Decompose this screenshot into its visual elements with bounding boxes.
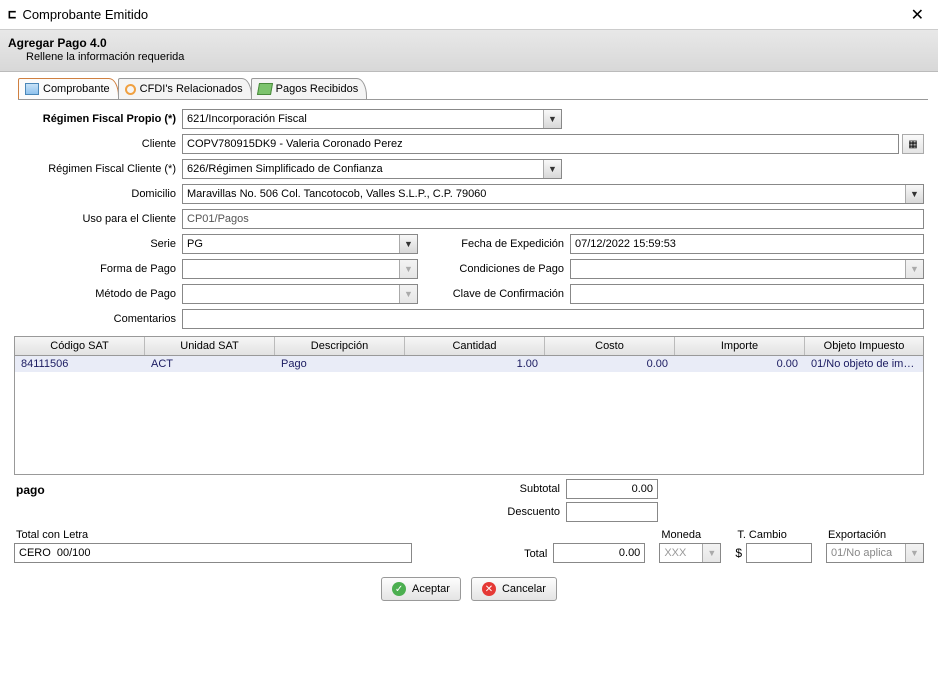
lookup-cliente-button[interactable]: ▦	[902, 134, 924, 154]
title-bar: ⊏ Comprobante Emitido ✕	[0, 0, 938, 30]
label-cond-pago: Condiciones de Pago	[438, 263, 570, 275]
chevron-down-icon[interactable]: ▼	[905, 185, 923, 203]
table-row[interactable]: 84111506 ACT Pago 1.00 0.00 0.00 01/No o…	[15, 356, 923, 372]
cancel-icon: ✕	[482, 582, 496, 596]
page-subtitle: Rellene la información requerida	[8, 51, 930, 63]
label-clave-conf: Clave de Confirmación	[438, 288, 570, 300]
accept-label: Aceptar	[412, 583, 450, 595]
label-comentarios: Comentarios	[14, 313, 182, 325]
clave-confirmacion-input[interactable]	[570, 284, 924, 304]
total-letra-input[interactable]	[14, 543, 412, 563]
tab-label: Comprobante	[43, 83, 110, 95]
uso-cliente-input	[182, 209, 924, 229]
link-icon	[125, 84, 136, 95]
button-bar: ✓ Aceptar ✕ Cancelar	[0, 569, 938, 611]
col-importe[interactable]: Importe	[675, 337, 805, 355]
close-icon[interactable]: ✕	[905, 5, 930, 25]
cell-unidad: ACT	[145, 356, 275, 372]
label-uso-cliente: Uso para el Cliente	[14, 213, 182, 225]
cliente-input[interactable]	[182, 134, 899, 154]
building-icon: ▦	[908, 139, 917, 150]
descuento-input	[566, 502, 658, 522]
total-input[interactable]	[553, 543, 645, 563]
app-icon: ⊏	[8, 7, 16, 23]
document-icon	[25, 83, 39, 95]
tab-label: Pagos Recibidos	[276, 83, 359, 95]
tcambio-input	[746, 543, 812, 563]
col-objeto-impuesto[interactable]: Objeto Impuesto	[805, 337, 923, 355]
col-descripcion[interactable]: Descripción	[275, 337, 405, 355]
grid-body[interactable]: 84111506 ACT Pago 1.00 0.00 0.00 01/No o…	[15, 356, 923, 474]
col-codigo-sat[interactable]: Código SAT	[15, 337, 145, 355]
cell-costo: 0.00	[545, 356, 675, 372]
label-regimen-cliente: Régimen Fiscal Cliente (*)	[14, 163, 182, 175]
chevron-down-icon: ▼	[399, 260, 417, 278]
col-unidad-sat[interactable]: Unidad SAT	[145, 337, 275, 355]
line-items-grid: Código SAT Unidad SAT Descripción Cantid…	[14, 336, 924, 475]
label-tcambio: T. Cambio	[735, 529, 812, 541]
chevron-down-icon[interactable]: ▼	[399, 235, 417, 253]
regimen-cliente-select[interactable]	[182, 159, 562, 179]
label-cliente: Cliente	[14, 138, 182, 150]
pago-label: pago	[14, 479, 486, 499]
label-descuento: Descuento	[486, 506, 566, 518]
tab-pagos-recibidos[interactable]: Pagos Recibidos	[251, 78, 368, 99]
currency-prefix: $	[735, 546, 742, 560]
forma-pago-select	[182, 259, 418, 279]
comentarios-input[interactable]	[182, 309, 924, 329]
label-fecha-exp: Fecha de Expedición	[438, 238, 570, 250]
fecha-expedicion-input[interactable]	[570, 234, 924, 254]
serie-select[interactable]	[182, 234, 418, 254]
tab-label: CFDI's Relacionados	[140, 83, 243, 95]
label-total: Total	[479, 548, 547, 563]
cell-descripcion: Pago	[275, 356, 405, 372]
cancel-label: Cancelar	[502, 583, 546, 595]
tab-cfdi-relacionados[interactable]: CFDI's Relacionados	[118, 78, 252, 99]
label-regimen-propio: Régimen Fiscal Propio (*)	[14, 113, 182, 125]
tab-comprobante[interactable]: Comprobante	[18, 78, 119, 99]
label-subtotal: Subtotal	[486, 483, 566, 495]
chevron-down-icon: ▼	[905, 544, 923, 562]
chevron-down-icon: ▼	[399, 285, 417, 303]
label-exportacion: Exportación	[826, 529, 924, 541]
chevron-down-icon: ▼	[702, 544, 720, 562]
page-title: Agregar Pago 4.0	[8, 36, 930, 50]
chevron-down-icon[interactable]: ▼	[543, 110, 561, 128]
grid-header: Código SAT Unidad SAT Descripción Cantid…	[15, 337, 923, 356]
subtotal-input[interactable]	[566, 479, 658, 499]
label-moneda: Moneda	[659, 529, 721, 541]
col-cantidad[interactable]: Cantidad	[405, 337, 545, 355]
regimen-propio-select[interactable]	[182, 109, 562, 129]
cell-importe: 0.00	[675, 356, 805, 372]
label-forma-pago: Forma de Pago	[14, 263, 182, 275]
check-icon: ✓	[392, 582, 406, 596]
cell-objeto: 01/No objeto de imp…	[805, 356, 923, 372]
header-band: Agregar Pago 4.0 Rellene la información …	[0, 30, 938, 72]
chevron-down-icon[interactable]: ▼	[543, 160, 561, 178]
chevron-down-icon: ▼	[905, 260, 923, 278]
form-area: Régimen Fiscal Propio (*) ▼ Cliente ▦ Ré…	[0, 100, 938, 569]
cell-cantidad: 1.00	[405, 356, 545, 372]
cancel-button[interactable]: ✕ Cancelar	[471, 577, 557, 601]
label-total-letra: Total con Letra	[14, 529, 465, 541]
accept-button[interactable]: ✓ Aceptar	[381, 577, 461, 601]
label-domicilio: Domicilio	[14, 188, 182, 200]
cell-codigo: 84111506	[15, 356, 145, 372]
tab-strip: Comprobante CFDI's Relacionados Pagos Re…	[0, 72, 938, 99]
cond-pago-select	[570, 259, 924, 279]
money-icon	[257, 83, 273, 95]
col-costo[interactable]: Costo	[545, 337, 675, 355]
metodo-pago-select	[182, 284, 418, 304]
label-serie: Serie	[14, 238, 182, 250]
window-title: Comprobante Emitido	[22, 7, 904, 22]
label-metodo-pago: Método de Pago	[14, 288, 182, 300]
domicilio-select[interactable]	[182, 184, 924, 204]
